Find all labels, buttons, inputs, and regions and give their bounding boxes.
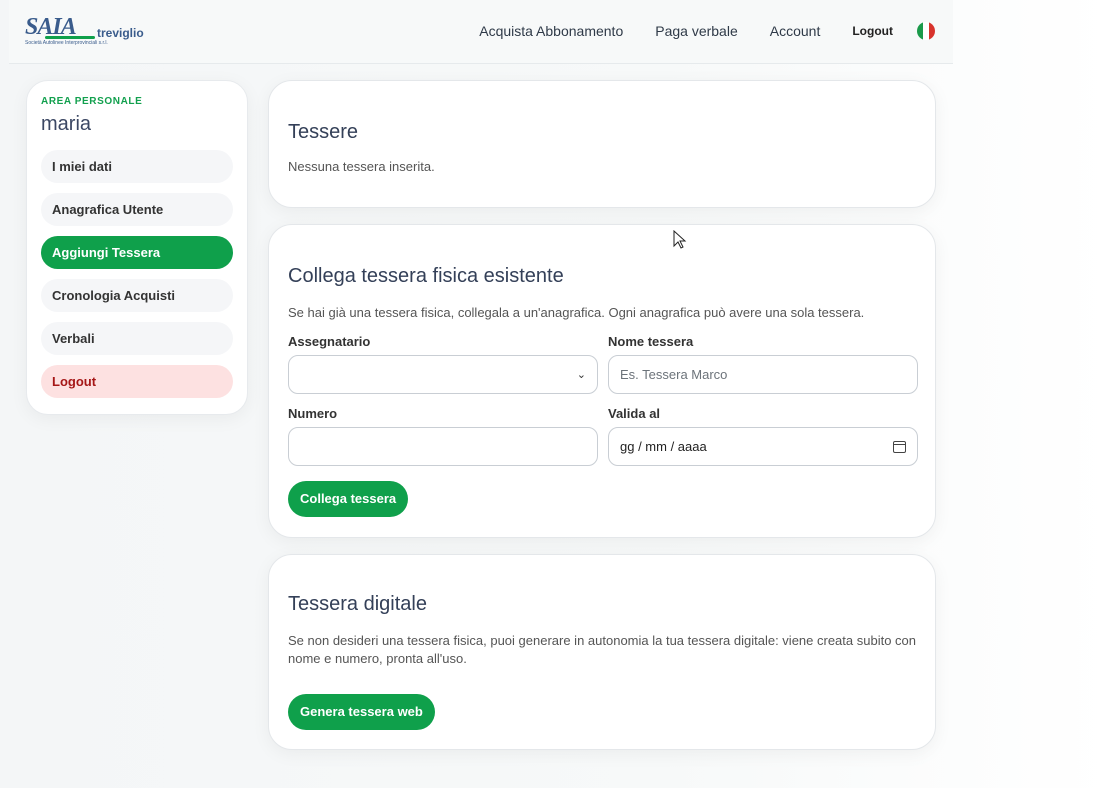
personal-area-sidebar: AREA PERSONALE maria I miei dati Anagraf… <box>26 80 248 415</box>
logo-city: treviglio <box>97 26 144 40</box>
sidebar-item-i-miei-dati[interactable]: I miei dati <box>41 150 233 183</box>
sidebar-item-verbali[interactable]: Verbali <box>41 322 233 355</box>
valida-al-label: Valida al <box>608 406 661 421</box>
nome-tessera-placeholder: Es. Tessera Marco <box>620 367 728 382</box>
italy-flag-icon[interactable] <box>917 22 935 40</box>
digitale-title: Tessera digitale <box>288 593 427 615</box>
digitale-description: Se non desideri una tessera fisica, puoi… <box>288 633 916 666</box>
tessera-digitale-card: Tessera digitale Se non desideri una tes… <box>268 554 936 750</box>
collega-tessera-button[interactable]: Collega tessera <box>288 481 409 517</box>
collega-title: Collega tessera fisica esistente <box>288 265 564 287</box>
sidebar-item-anagrafica-utente[interactable]: Anagrafica Utente <box>41 193 233 226</box>
tessere-title: Tessere <box>288 121 359 143</box>
valida-al-placeholder: gg / mm / aaaa <box>620 439 707 454</box>
mouse-cursor-icon <box>673 230 687 249</box>
nav-account[interactable]: Account <box>770 23 821 39</box>
area-personale-label: AREA PERSONALE <box>41 96 143 107</box>
nav-acquista-abbonamento[interactable]: Acquista Abbonamento <box>479 23 623 39</box>
sidebar-item-cronologia-acquisti[interactable]: Cronologia Acquisti <box>41 279 233 312</box>
collega-description: Se hai già una tessera fisica, collegala… <box>288 305 865 320</box>
top-navbar: SAIA treviglio Società Autolinee Interpr… <box>9 0 953 64</box>
sidebar-item-logout[interactable]: Logout <box>41 365 233 398</box>
tessere-empty-text: Nessuna tessera inserita. <box>288 159 435 174</box>
genera-tessera-web-button[interactable]: Genera tessera web <box>288 694 435 730</box>
valida-al-field-group: Valida al gg / mm / aaaa <box>608 406 918 466</box>
nome-tessera-field-group: Nome tessera Es. Tessera Marco <box>608 334 918 394</box>
saia-treviglio-logo[interactable]: SAIA treviglio Società Autolinee Interpr… <box>25 14 149 48</box>
nome-tessera-label: Nome tessera <box>608 334 694 349</box>
nav-logout[interactable]: Logout <box>852 24 893 38</box>
username: maria <box>41 113 92 135</box>
numero-field-group: Numero <box>288 406 598 466</box>
collega-tessera-card: Collega tessera fisica esistente Se hai … <box>268 224 936 538</box>
logo-tagline: Società Autolinee Interprovinciali s.r.l… <box>25 40 108 46</box>
valida-al-date-input[interactable]: gg / mm / aaaa <box>608 427 918 466</box>
sidebar-item-aggiungi-tessera[interactable]: Aggiungi Tessera <box>41 236 233 269</box>
assegnatario-label: Assegnatario <box>288 334 371 349</box>
collega-form: Assegnatario ⌄ Nome tessera Es. Tessera … <box>288 334 918 478</box>
tessere-card: Tessere Nessuna tessera inserita. <box>268 80 936 208</box>
assegnatario-field-group: Assegnatario ⌄ <box>288 334 598 394</box>
logo-swoosh <box>45 36 95 39</box>
nome-tessera-input[interactable]: Es. Tessera Marco <box>608 355 918 394</box>
nav-paga-verbale[interactable]: Paga verbale <box>655 23 738 39</box>
numero-input[interactable] <box>288 427 598 466</box>
calendar-icon[interactable] <box>893 440 906 453</box>
numero-label: Numero <box>288 406 338 421</box>
assegnatario-select[interactable]: ⌄ <box>288 355 598 394</box>
main-nav: Acquista Abbonamento Paga verbale Accoun… <box>447 22 935 40</box>
chevron-down-icon: ⌄ <box>576 369 586 381</box>
